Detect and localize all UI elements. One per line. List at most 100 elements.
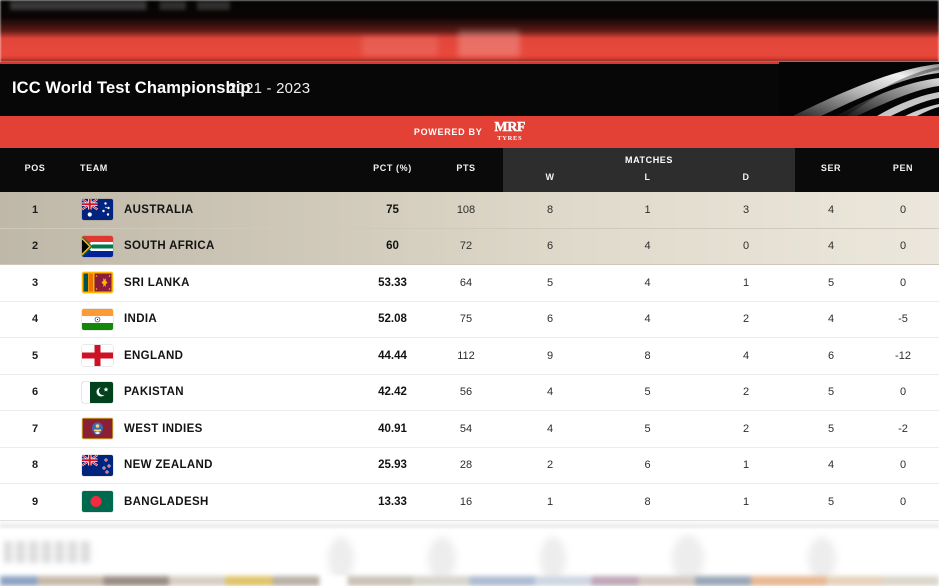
team-name: INDIA	[124, 313, 158, 326]
cell-series: 4	[827, 240, 835, 253]
cell-penalty: 0	[899, 495, 907, 508]
cell-losses: 6	[644, 459, 651, 472]
cell-penalty: 0	[899, 203, 907, 216]
cell-wins: 6	[546, 240, 554, 253]
table-row[interactable]: 7 WEST INDIES 40.91 54 4 5 2 5 -2	[0, 411, 939, 448]
blurred-blob-2	[428, 537, 456, 581]
team-name: WEST INDIES	[124, 422, 203, 435]
cell-team: WEST INDIES	[80, 411, 340, 447]
flag-new-zealand	[82, 454, 113, 476]
cell-position: 1	[31, 203, 39, 216]
team-name: PAKISTAN	[124, 386, 184, 399]
table-body: 1 AUSTRALIA 75 108 8 1 3 4 0 2 SOUTH AFRICA 60 72 6 4 0…	[0, 192, 939, 521]
column-header-pen: PEN	[892, 163, 914, 173]
cell-pts: 56	[459, 386, 473, 399]
blurred-top-text	[10, 1, 230, 10]
cell-losses: 8	[644, 495, 651, 508]
cell-series: 5	[827, 276, 835, 289]
sponsor-bar: POWERED BY MRF TYRES	[0, 116, 939, 148]
cell-series: 5	[827, 495, 835, 508]
cell-losses: 4	[644, 313, 651, 326]
bottom-blurred-content	[0, 521, 939, 586]
table-row[interactable]: 3 SRI LANKA 53.33 64 5 4 1 5 0	[0, 265, 939, 302]
cell-wins: 8	[546, 203, 554, 216]
flag-south-africa	[82, 235, 113, 257]
cell-pct: 25.93	[378, 459, 407, 472]
standings-table: MATCHES POS TEAM PCT (%) PTS W L D SER P…	[0, 148, 939, 521]
column-header-ser: SER	[820, 163, 842, 173]
cell-pct: 42.42	[378, 386, 407, 399]
column-header-pts: PTS	[456, 163, 476, 173]
cell-losses: 8	[644, 349, 651, 362]
team-name: AUSTRALIA	[124, 203, 194, 216]
cell-wins: 2	[546, 459, 554, 472]
team-name: BANGLADESH	[124, 495, 209, 508]
column-header-pct: PCT (%)	[373, 163, 412, 173]
cell-position: 9	[31, 495, 39, 508]
cell-wins: 4	[546, 386, 554, 399]
cell-draws: 0	[742, 240, 750, 253]
table-row[interactable]: 1 AUSTRALIA 75 108 8 1 3 4 0	[0, 192, 939, 229]
cell-wins: 9	[546, 349, 554, 362]
blurred-left-block	[4, 541, 92, 563]
blurred-blob-3	[540, 537, 566, 581]
cell-draws: 1	[742, 495, 750, 508]
cell-wins: 4	[546, 422, 554, 435]
season-range: 2021 - 2023	[228, 80, 311, 97]
cell-wins: 1	[546, 495, 554, 508]
cell-position: 2	[31, 240, 39, 253]
mrf-wordmark: MRF	[494, 120, 526, 136]
cell-penalty: -12	[895, 349, 911, 362]
blurred-blob-1	[328, 537, 354, 581]
cell-team: AUSTRALIA	[80, 192, 340, 228]
cell-team: ENGLAND	[80, 338, 340, 374]
cell-series: 4	[827, 313, 835, 326]
cell-draws: 1	[742, 459, 750, 472]
cell-losses: 4	[644, 276, 651, 289]
cell-series: 4	[827, 203, 835, 216]
cell-position: 3	[31, 276, 39, 289]
powered-by-label: POWERED BY	[413, 127, 483, 137]
cell-penalty: -5	[898, 313, 908, 326]
cell-losses: 1	[644, 203, 651, 216]
column-header-pos: POS	[24, 163, 46, 173]
table-row[interactable]: 4 INDIA 52.08 75 6 4 2 4 -5	[0, 302, 939, 338]
team-name: ENGLAND	[124, 349, 184, 362]
table-row[interactable]: 2 SOUTH AFRICA 60 72 6 4 0 4 0	[0, 228, 939, 265]
flag-bangladesh	[82, 491, 113, 513]
top-browser-strip	[0, 0, 939, 62]
page-title: ICC World Test Championship	[12, 79, 251, 97]
cell-position: 7	[31, 422, 39, 435]
flag-india	[82, 308, 113, 330]
flag-sri-lanka	[82, 272, 113, 294]
cell-position: 5	[31, 349, 39, 362]
cell-pts: 108	[456, 203, 476, 216]
cell-pct: 40.91	[378, 422, 407, 435]
title-bar: ICC World Test Championship 2021 - 2023	[0, 62, 939, 116]
team-name: SOUTH AFRICA	[124, 240, 215, 253]
column-header-d: D	[742, 172, 750, 182]
blurred-top-pill-right	[458, 30, 520, 57]
cell-penalty: 0	[899, 240, 907, 253]
cell-draws: 2	[742, 422, 750, 435]
cell-pct: 44.44	[378, 349, 407, 362]
cell-losses: 5	[644, 386, 651, 399]
table-row[interactable]: 6 PAKISTAN 42.42 56 4 5 2 5 0	[0, 375, 939, 411]
cell-pts: 64	[459, 276, 473, 289]
cell-pts: 54	[459, 422, 473, 435]
cell-penalty: -2	[898, 422, 908, 435]
cell-position: 6	[31, 386, 39, 399]
blurred-top-pill-left	[362, 36, 438, 56]
table-row[interactable]: 8 NEW ZEALAND 25.93 28 2 6 1 4 0	[0, 448, 939, 484]
table-row[interactable]: 5 ENGLAND 44.44 112 9 8 4 6 -12	[0, 338, 939, 375]
content-divider	[0, 521, 939, 528]
cell-draws: 3	[742, 203, 750, 216]
standings-page: ICC World Test Championship 2021 - 2023	[0, 0, 939, 586]
column-header-w: W	[545, 172, 555, 182]
cell-pct: 53.33	[378, 276, 407, 289]
cell-wins: 5	[546, 276, 554, 289]
table-row[interactable]: 9 BANGLADESH 13.33 16 1 8 1 5 0	[0, 484, 939, 521]
swoosh-decoration	[779, 62, 939, 116]
cell-pts: 16	[459, 495, 473, 508]
cell-position: 4	[31, 313, 39, 326]
